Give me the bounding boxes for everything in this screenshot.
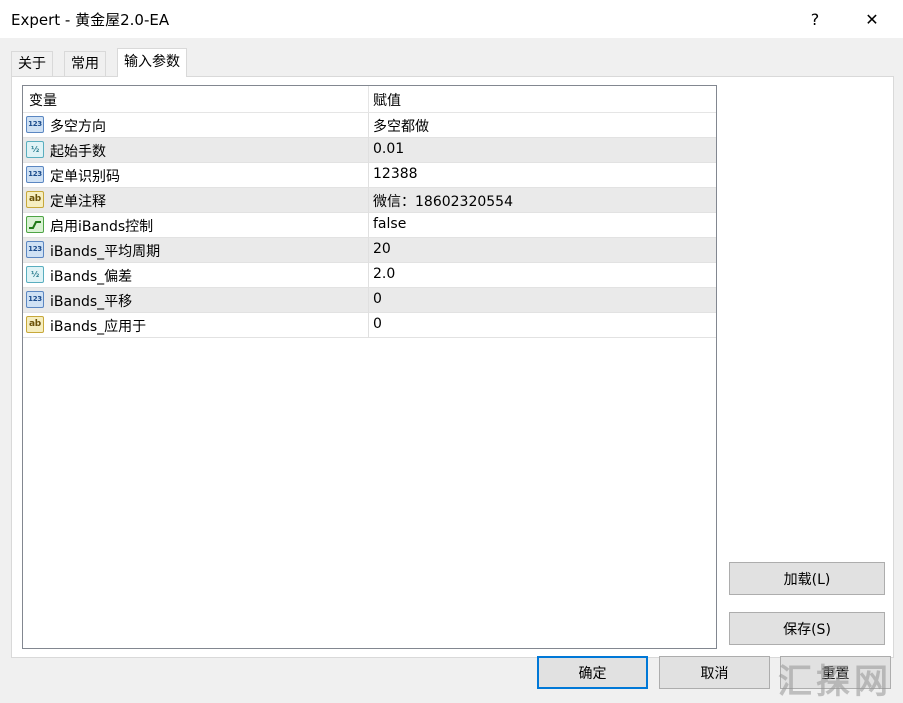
param-name: iBands_偏差 — [50, 269, 133, 285]
table-row[interactable]: ½ 起始手数 0.01 — [23, 138, 716, 163]
param-value[interactable]: 微信：18602320554 — [373, 191, 513, 211]
cancel-button[interactable]: 取消 — [659, 656, 770, 689]
int-icon: 123 — [26, 291, 44, 308]
load-button[interactable]: 加载(L) — [729, 562, 885, 595]
int-icon: 123 — [26, 241, 44, 258]
help-button[interactable]: ? — [792, 0, 838, 38]
help-icon: ? — [810, 9, 820, 29]
table-row[interactable]: 123 多空方向 多空都做 — [23, 113, 716, 138]
param-value[interactable]: 多空都做 — [373, 116, 429, 136]
param-name: iBands_应用于 — [50, 319, 147, 335]
column-divider[interactable] — [368, 86, 369, 112]
param-value[interactable]: 2.0 — [373, 266, 395, 282]
cell-divider — [368, 288, 369, 313]
table-row[interactable]: ab iBands_应用于 0 — [23, 313, 716, 338]
param-name: iBands_平均周期 — [50, 244, 161, 260]
save-button[interactable]: 保存(S) — [729, 612, 885, 645]
window-title: Expert - 黄金屋2.0-EA — [11, 11, 170, 29]
cell-divider — [368, 313, 369, 338]
int-icon: 123 — [26, 116, 44, 133]
ok-button[interactable]: 确定 — [537, 656, 648, 689]
table-row[interactable]: ½ iBands_偏差 2.0 — [23, 263, 716, 288]
grid-header: 变量 赋值 — [23, 86, 716, 113]
table-row[interactable]: 123 定单识别码 12388 — [23, 163, 716, 188]
bool-icon — [26, 216, 44, 233]
watermark: 汇探网 — [778, 662, 892, 702]
cell-divider — [368, 138, 369, 163]
title-bar: Expert - 黄金屋2.0-EA ? ✕ — [0, 0, 903, 38]
param-value[interactable]: false — [373, 216, 406, 232]
tab-inputs[interactable]: 输入参数 — [117, 48, 187, 77]
header-value[interactable]: 赋值 — [373, 90, 401, 110]
cell-divider — [368, 213, 369, 238]
int-icon: 123 — [26, 166, 44, 183]
tab-common[interactable]: 常用 — [64, 51, 106, 76]
table-row[interactable]: ab 定单注释 微信：18602320554 — [23, 188, 716, 213]
table-row[interactable]: 123 iBands_平移 0 — [23, 288, 716, 313]
param-value[interactable]: 0 — [373, 316, 382, 332]
table-row[interactable]: 启用iBands控制 false — [23, 213, 716, 238]
header-variable[interactable]: 变量 — [29, 90, 57, 110]
cell-divider — [368, 163, 369, 188]
param-name: 定单识别码 — [50, 169, 120, 185]
parameters-grid[interactable]: 变量 赋值 123 多空方向 多空都做 ½ 起始手数 0.01 123 定单识别码 12388 a… — [22, 85, 717, 649]
param-value[interactable]: 12388 — [373, 166, 418, 182]
param-name: 起始手数 — [50, 144, 106, 160]
param-value[interactable]: 20 — [373, 241, 391, 257]
param-value[interactable]: 0.01 — [373, 141, 404, 157]
close-icon: ✕ — [865, 9, 879, 29]
tab-about[interactable]: 关于 — [11, 51, 53, 76]
param-name: 定单注释 — [50, 194, 106, 210]
double-icon: ½ — [26, 141, 44, 158]
string-icon: ab — [26, 316, 44, 333]
cell-divider — [368, 238, 369, 263]
string-icon: ab — [26, 191, 44, 208]
close-button[interactable]: ✕ — [849, 0, 895, 38]
param-value[interactable]: 0 — [373, 291, 382, 307]
double-icon: ½ — [26, 266, 44, 283]
cell-divider — [368, 263, 369, 288]
param-name: 启用iBands控制 — [50, 219, 154, 235]
cell-divider — [368, 188, 369, 213]
table-row[interactable]: 123 iBands_平均周期 20 — [23, 238, 716, 263]
param-name: iBands_平移 — [50, 294, 133, 310]
cell-divider — [368, 113, 369, 138]
param-name: 多空方向 — [50, 119, 106, 135]
